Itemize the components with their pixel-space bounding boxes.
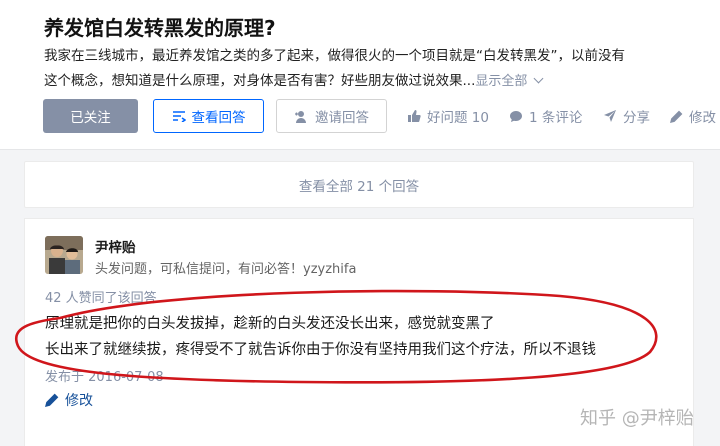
pencil-icon <box>45 393 59 407</box>
publish-date[interactable]: 发布于 2016-07-08 <box>45 366 164 385</box>
share-label: 分享 <box>623 110 650 126</box>
watermark: 知乎 @尹梓贻 <box>580 408 694 429</box>
view-answers-label: 查看回答 <box>191 110 246 126</box>
answer-line: 长出来了就继续拔，疼得受不了就告诉你由于你没有坚持用我们这个疗法，所以不退钱 <box>45 342 596 358</box>
thumbs-up-icon <box>408 110 421 122</box>
view-all-answers-button[interactable]: 查看全部 21 个回答 <box>24 161 694 208</box>
show-all-button[interactable]: 显示全部 <box>475 73 544 89</box>
comment-label: 1 条评论 <box>529 110 583 126</box>
question-title[interactable]: 养发馆白发转黑发的原理? <box>44 12 276 41</box>
question-detail-line: 我家在三线城市，最近养发馆之类的多了起来，做得很火的一个项目就是“白发转黑发”，… <box>44 48 625 64</box>
comment-button[interactable]: 1 条评论 <box>509 99 582 133</box>
question-actions: 已关注 查看回答 邀请回答 好问题 10 1 条评论 分享 修改 <box>43 99 720 133</box>
comment-icon <box>510 110 522 122</box>
author-bio: 头发问题，可私信提问，有问必答！yzyzhifa <box>95 262 357 277</box>
answer-content: 原理就是把你的白头发拔掉，趁新的白头发还没长出来，感觉就变黑了 长出来了就继续拔… <box>45 311 685 363</box>
show-all-label: 显示全部 <box>475 74 528 89</box>
avatar[interactable] <box>45 236 83 274</box>
question-header: 养发馆白发转黑发的原理? 我家在三线城市，最近养发馆之类的多了起来，做得很火的一… <box>0 0 720 150</box>
view-answers-icon <box>172 111 186 122</box>
invite-label: 邀请回答 <box>315 110 369 126</box>
chevron-down-icon <box>533 73 544 84</box>
invite-answer-button[interactable]: 邀请回答 <box>276 99 387 133</box>
share-button[interactable]: 分享 <box>603 99 650 133</box>
good-question-label: 好问题 10 <box>427 110 489 126</box>
pencil-icon <box>670 110 683 123</box>
question-detail: 我家在三线城市，最近养发馆之类的多了起来，做得很火的一个项目就是“白发转黑发”，… <box>44 44 720 94</box>
vote-count[interactable]: 42 人赞同了该回答 <box>45 287 157 306</box>
edit-answer-button[interactable]: 修改 <box>45 390 93 410</box>
good-question-button[interactable]: 好问题 10 <box>407 99 489 133</box>
edit-question-button[interactable]: 修改 <box>670 99 716 133</box>
followed-label: 已关注 <box>70 110 111 126</box>
view-answers-button[interactable]: 查看回答 <box>153 99 264 133</box>
question-detail-text: 这个概念，想知道是什么原理，对身体是否有害？好些朋友做过说效果... <box>44 73 476 89</box>
avatar-image <box>45 236 83 274</box>
edit-answer-label: 修改 <box>65 393 93 409</box>
question-detail-line: 这个概念，想知道是什么原理，对身体是否有害？好些朋友做过说效果...显示全部 <box>44 69 720 94</box>
edit-question-label: 修改 <box>689 110 716 126</box>
followed-button[interactable]: 已关注 <box>43 99 138 133</box>
share-icon <box>604 110 616 122</box>
view-all-label: 查看全部 21 个回答 <box>298 178 420 195</box>
answer-line: 原理就是把你的白头发拔掉，趁新的白头发还没长出来，感觉就变黑了 <box>45 316 495 332</box>
author-name[interactable]: 尹梓贻 <box>95 236 136 256</box>
invite-icon <box>295 110 306 123</box>
